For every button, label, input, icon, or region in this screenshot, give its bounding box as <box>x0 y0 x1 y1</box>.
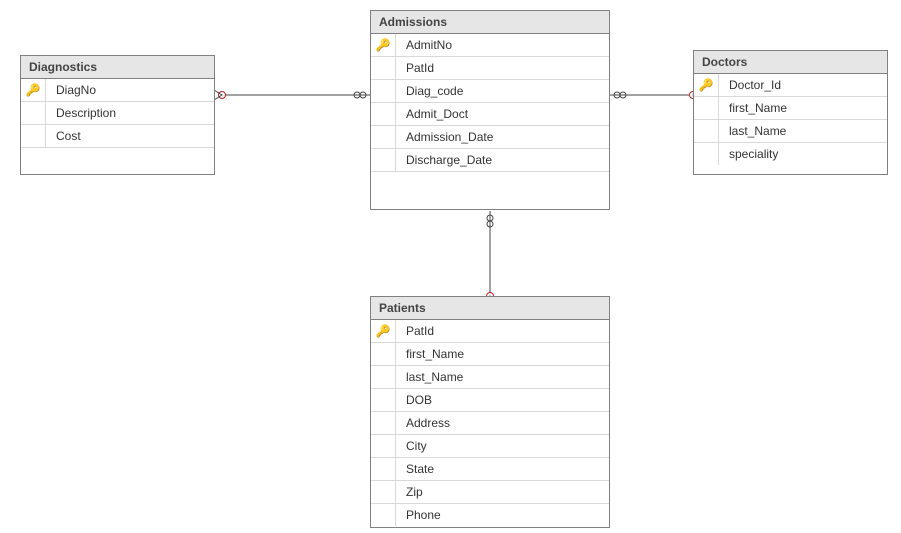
column-name: Zip <box>396 485 609 499</box>
column-name: first_Name <box>719 101 887 115</box>
pk-icon: 🔑 <box>699 78 714 92</box>
column-name: first_Name <box>396 347 609 361</box>
column-name: AdmitNo <box>396 38 609 52</box>
table-row: Admit_Doct <box>371 103 609 126</box>
column-name: Admit_Doct <box>396 107 609 121</box>
table-row: 🔑 Doctor_Id <box>694 74 887 97</box>
column-name: DOB <box>396 393 609 407</box>
column-name: Admission_Date <box>396 130 609 144</box>
entity-diagnostics[interactable]: Diagnostics 🔑 DiagNo Description Cost <box>20 55 215 175</box>
column-name: Diag_code <box>396 84 609 98</box>
table-row: PatId <box>371 57 609 80</box>
column-name: Discharge_Date <box>396 153 609 167</box>
entity-doctors-title: Doctors <box>694 51 887 74</box>
column-name: Address <box>396 416 609 430</box>
column-name: City <box>396 439 609 453</box>
pk-icon: 🔑 <box>26 83 41 97</box>
table-row: City <box>371 435 609 458</box>
entity-diagnostics-title: Diagnostics <box>21 56 214 79</box>
table-row: last_Name <box>694 120 887 143</box>
entity-doctors[interactable]: Doctors 🔑 Doctor_Id first_Name last_Name… <box>693 50 888 175</box>
pk-icon: 🔑 <box>376 324 391 338</box>
column-name: last_Name <box>719 124 887 138</box>
table-row: Diag_code <box>371 80 609 103</box>
table-row: Discharge_Date <box>371 149 609 171</box>
table-row: last_Name <box>371 366 609 389</box>
entity-patients-title: Patients <box>371 297 609 320</box>
table-row: Cost <box>21 125 214 147</box>
table-row: DOB <box>371 389 609 412</box>
column-name: Phone <box>396 508 609 522</box>
column-name: Doctor_Id <box>719 78 887 92</box>
table-row: Zip <box>371 481 609 504</box>
table-row: Description <box>21 102 214 125</box>
entity-admissions[interactable]: Admissions 🔑 AdmitNo PatId Diag_code Adm… <box>370 10 610 210</box>
entity-patients[interactable]: Patients 🔑 PatId first_Name last_Name DO… <box>370 296 610 528</box>
table-row: Admission_Date <box>371 126 609 149</box>
column-name: Description <box>46 106 214 120</box>
table-row: 🔑 PatId <box>371 320 609 343</box>
table-row: 🔑 DiagNo <box>21 79 214 102</box>
column-name: PatId <box>396 61 609 75</box>
table-row: first_Name <box>694 97 887 120</box>
column-name: State <box>396 462 609 476</box>
column-name: PatId <box>396 324 609 338</box>
table-row: State <box>371 458 609 481</box>
table-row: Address <box>371 412 609 435</box>
table-row: first_Name <box>371 343 609 366</box>
entity-admissions-title: Admissions <box>371 11 609 34</box>
table-row: Phone <box>371 504 609 526</box>
table-row: 🔑 AdmitNo <box>371 34 609 57</box>
column-name: last_Name <box>396 370 609 384</box>
table-row: speciality <box>694 143 887 165</box>
column-name: Cost <box>46 129 214 143</box>
pk-icon: 🔑 <box>376 38 391 52</box>
column-name: DiagNo <box>46 83 214 97</box>
column-name: speciality <box>719 147 887 161</box>
